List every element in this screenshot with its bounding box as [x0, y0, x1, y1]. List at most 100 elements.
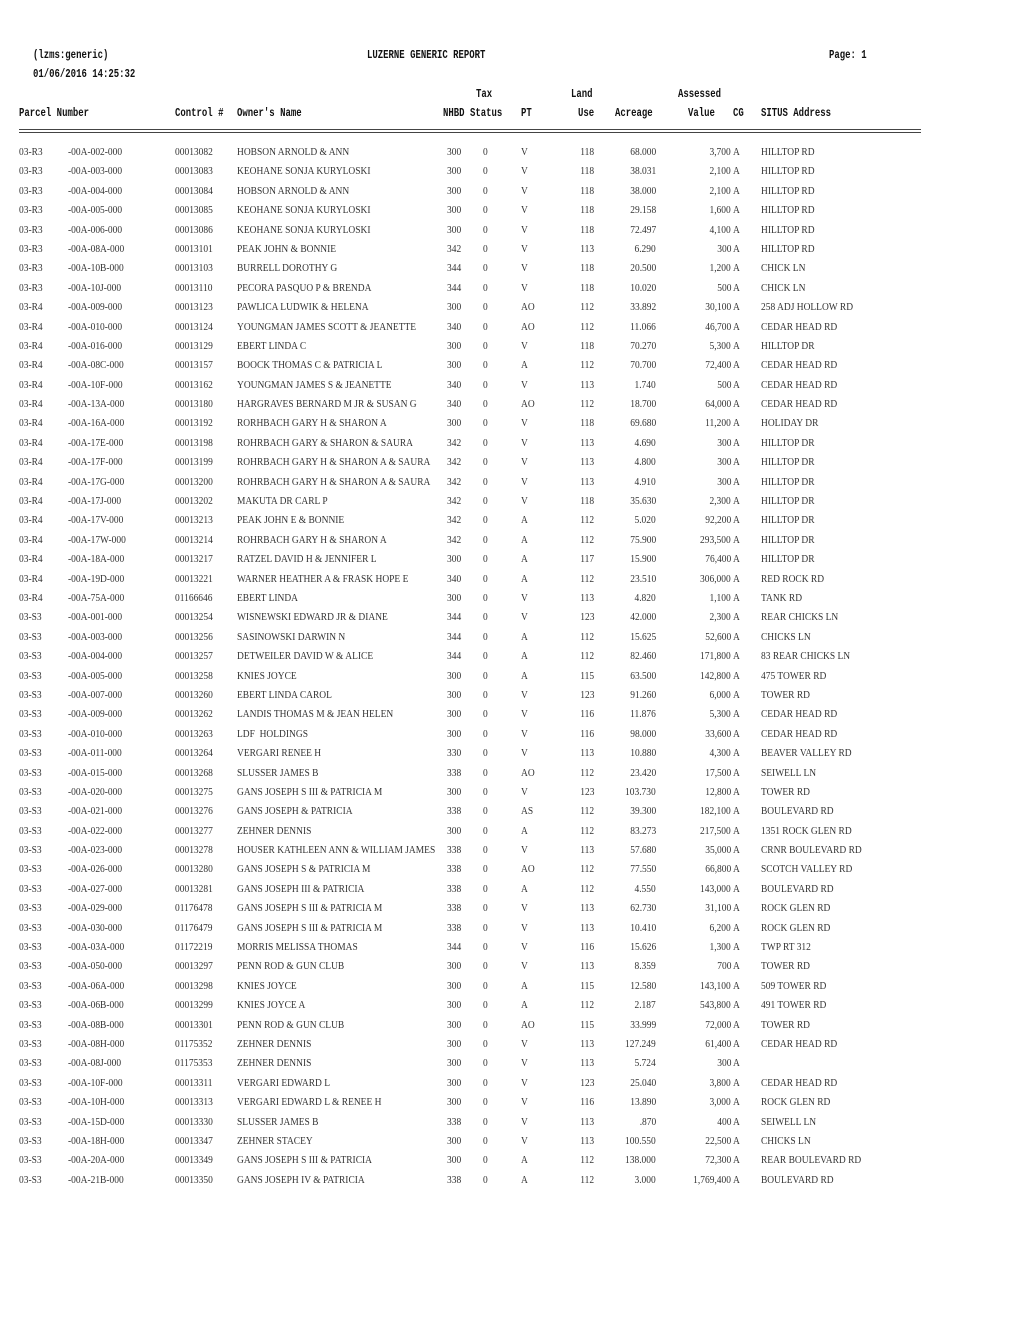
acreage-cell: 33.999	[629, 1018, 656, 1031]
pt-cell: V	[521, 1134, 528, 1147]
pt-cell: V	[521, 785, 528, 798]
land-use-cell: 113	[580, 1115, 594, 1128]
assessed-value-cell: 3,000	[709, 1096, 731, 1109]
map-cell: 03-S3	[19, 1115, 42, 1128]
control-number-cell: 00013347	[175, 1134, 213, 1147]
situs-address-cell: 491 TOWER RD	[761, 999, 827, 1012]
situs-address-cell: TOWER RD	[761, 960, 810, 973]
acreage-cell: 10.880	[629, 747, 656, 760]
pt-cell: V	[521, 747, 528, 760]
pt-cell: V	[521, 902, 528, 915]
nhbd-cell: 300	[447, 708, 462, 721]
owner-name-cell: PEAK JOHN & BONNIE	[237, 242, 337, 255]
tax-status-cell: 0	[483, 1115, 488, 1128]
acreage-cell: 63.500	[629, 669, 656, 682]
assessed-value-cell: 2,100	[709, 184, 731, 197]
tax-status-cell: 0	[483, 921, 488, 934]
owner-name-cell: GANS JOSEPH & PATRICIA	[237, 805, 353, 818]
nhbd-cell: 300	[447, 553, 462, 566]
cg-cell: A	[733, 805, 740, 818]
control-number-cell: 01175352	[175, 1037, 213, 1050]
tax-status-cell: 0	[483, 456, 488, 469]
parcel-number-cell: -00A-001-000	[68, 611, 123, 624]
control-number-cell: 00013258	[175, 669, 213, 682]
pt-cell: V	[521, 223, 528, 236]
tax-status-cell: 0	[483, 475, 488, 488]
situs-address-cell: CEDAR HEAD RD	[761, 1076, 838, 1089]
owner-name-cell: LDF HOLDINGS	[237, 727, 308, 740]
nhbd-cell: 338	[447, 766, 462, 779]
land-use-cell: 118	[580, 204, 594, 217]
pt-cell: AO	[521, 398, 535, 411]
acreage-cell: 3.000	[634, 1173, 656, 1186]
tax-status-cell: 0	[483, 591, 488, 604]
page-number: 1	[861, 49, 867, 62]
nhbd-cell: 338	[447, 805, 462, 818]
situs-address-cell: CHICK LN	[761, 281, 806, 294]
land-use-cell: 112	[580, 533, 594, 546]
owner-name-cell: EBERT LINDA CAROL	[237, 688, 332, 701]
parcel-number-cell: -00A-050-000	[68, 960, 123, 973]
control-number-cell: 00013213	[175, 514, 213, 527]
acreage-cell: 98.000	[629, 727, 656, 740]
map-cell: 03-S3	[19, 960, 42, 973]
pt-cell: A	[521, 359, 528, 372]
tax-status-cell: 0	[483, 941, 488, 954]
pt-cell: V	[521, 727, 528, 740]
table-row: 03-R4 -00A-10F-000 00013162 YOUNGMAN JAMES …	[0, 376, 1020, 395]
owner-name-cell: HOBSON ARNOLD & ANN	[237, 184, 350, 197]
land-use-cell: 112	[580, 301, 594, 314]
header-nhbd: NHBD	[443, 107, 465, 120]
cg-cell: A	[733, 882, 740, 895]
acreage-cell: 38.031	[629, 165, 656, 178]
parcel-number-cell: -00A-08B-000	[68, 1018, 124, 1031]
table-row: 03-R4 -00A-17W-000 00013214 ROHRBACH GARY H…	[0, 531, 1020, 550]
pt-cell: V	[521, 1096, 528, 1109]
situs-address-cell: CEDAR HEAD RD	[761, 708, 838, 721]
situs-address-cell: CEDAR HEAD RD	[761, 727, 838, 740]
nhbd-cell: 344	[447, 281, 462, 294]
pt-cell: V	[521, 708, 528, 721]
situs-address-cell: HILLTOP DR	[761, 495, 815, 508]
table-row: 03-S3 -00A-21B-000 00013350 GANS JOSEPH IV …	[0, 1171, 1020, 1190]
cg-cell: A	[733, 630, 740, 643]
tax-status-cell: 0	[483, 359, 488, 372]
land-use-cell: 115	[580, 979, 594, 992]
map-cell: 03-R3	[19, 165, 43, 178]
control-number-cell: 00013263	[175, 727, 213, 740]
nhbd-cell: 300	[447, 146, 462, 158]
table-row: 03-S3 -00A-050-000 00013297 PENN ROD & GUN …	[0, 957, 1020, 976]
land-use-cell: 112	[580, 572, 594, 585]
map-cell: 03-S3	[19, 747, 42, 760]
assessed-value-cell: 52,600	[704, 630, 731, 643]
acreage-cell: 75.900	[629, 533, 656, 546]
parcel-number-cell: -00A-08A-000	[68, 242, 125, 255]
situs-address-cell: TOWER RD	[761, 785, 810, 798]
owner-name-cell: EBERT LINDA	[237, 591, 299, 604]
land-use-cell: 113	[580, 242, 594, 255]
cg-cell: A	[733, 1037, 740, 1050]
assessed-value-cell: 33,600	[704, 727, 731, 740]
owner-name-cell: ROHRBACH GARY H & SHARON A	[237, 533, 387, 546]
map-cell: 03-R4	[19, 456, 43, 469]
owner-name-cell: PENN ROD & GUN CLUB	[237, 1018, 345, 1031]
nhbd-cell: 300	[447, 1076, 462, 1089]
control-number-cell: 00013085	[175, 204, 213, 217]
table-row: 03-S3 -00A-027-000 00013281 GANS JOSEPH III…	[0, 880, 1020, 899]
acreage-cell: 33.892	[629, 301, 656, 314]
assessed-value-cell: 1,769,400	[693, 1173, 731, 1186]
table-row: 03-R3 -00A-10J-000 00013110 PECORA PASQUO P…	[0, 279, 1020, 298]
parcel-number-cell: -00A-015-000	[68, 766, 123, 779]
cg-cell: A	[733, 727, 740, 740]
acreage-cell: 29.158	[629, 204, 656, 217]
nhbd-cell: 340	[447, 398, 462, 411]
nhbd-cell: 300	[447, 785, 462, 798]
table-row: 03-R4 -00A-010-000 00013124 YOUNGMAN JAMES …	[0, 318, 1020, 337]
control-number-cell: 00013264	[175, 747, 213, 760]
tax-status-cell: 0	[483, 417, 488, 430]
assessed-value-cell: 5,300	[709, 708, 731, 721]
control-number-cell: 00013277	[175, 824, 213, 837]
control-number-cell: 00013301	[175, 1018, 213, 1031]
assessed-value-cell: 2,300	[709, 495, 731, 508]
parcel-number-cell: -00A-021-000	[68, 805, 123, 818]
